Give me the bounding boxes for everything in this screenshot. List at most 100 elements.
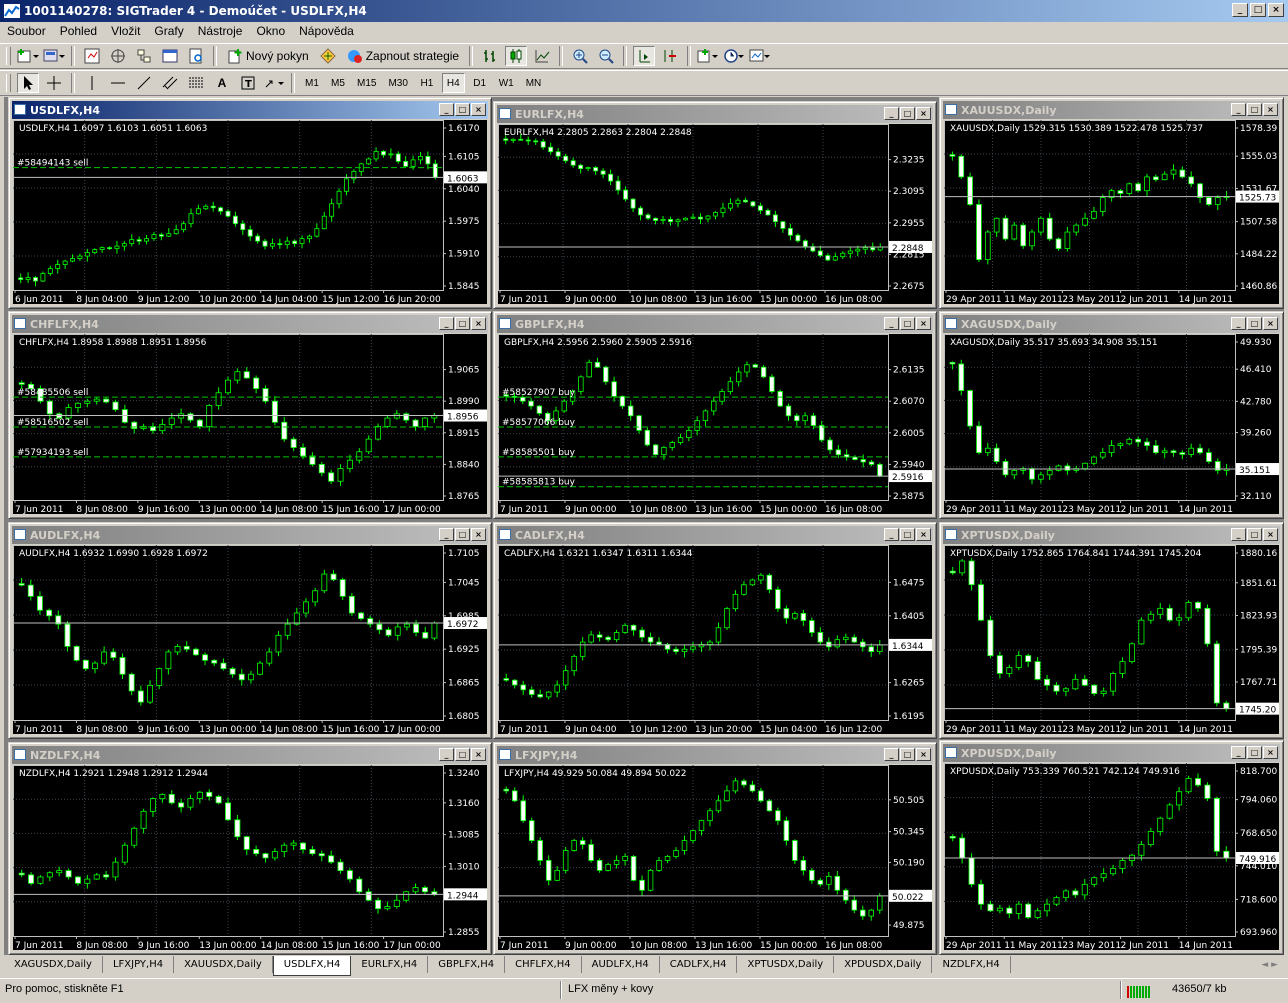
chart-close-button[interactable]: × bbox=[916, 317, 931, 330]
price-chart[interactable]: 49.930 46.410 42.780 39.260 35.151 32.110 29 A… bbox=[944, 334, 1279, 514]
chart-window-title-bar[interactable]: CADLFX,H4 _ □ × bbox=[497, 526, 933, 544]
data-window-icon[interactable] bbox=[107, 46, 129, 66]
chart-window-title-bar[interactable]: AUDLFX,H4 _ □ × bbox=[12, 526, 488, 544]
chart-maximize-button[interactable]: □ bbox=[1247, 103, 1262, 116]
tab-chart[interactable]: XPDUSDX,Daily bbox=[834, 956, 933, 973]
menu-view[interactable]: Pohled bbox=[53, 22, 104, 40]
tab-chart[interactable]: EURLFX,H4 bbox=[351, 956, 429, 973]
price-chart[interactable]: 1.71051.70451.69851.69721.69251.68651.68… bbox=[13, 545, 487, 734]
menu-window[interactable]: Okno bbox=[249, 22, 292, 40]
profiles-icon[interactable] bbox=[43, 46, 65, 66]
chart-window-xauusd[interactable]: XAUUSDX,Daily _ □ × 1578.39 1555.03 1531.67 150… bbox=[939, 97, 1284, 309]
price-chart[interactable]: 2.3235 2.3095 2.2955 2.2815 2.2675 7 Jun 2011… bbox=[498, 124, 932, 304]
indicators-icon[interactable] bbox=[697, 46, 719, 66]
new-order-button[interactable]: Nový pokyn bbox=[223, 46, 313, 66]
price-chart[interactable]: 1.6170 1.6105 1.6040 1.5975 1.5910 1.5845 6 Ju… bbox=[13, 120, 487, 304]
toolbar-grip[interactable] bbox=[6, 74, 11, 92]
toolbar-grip[interactable] bbox=[6, 47, 11, 65]
chart-maximize-button[interactable]: □ bbox=[900, 528, 915, 541]
chart-window-gbplfx[interactable]: GBPLFX,H4 _ □ × 2.6135 2.6070 2.6005 2.5940 2.58… bbox=[493, 311, 937, 519]
timeframe-h1[interactable]: H1 bbox=[416, 73, 438, 93]
menu-insert[interactable]: Vložit bbox=[104, 22, 147, 40]
market-watch-icon[interactable] bbox=[81, 46, 103, 66]
price-chart[interactable]: 1578.39 1555.03 1531.67 1507.58 1484.22 1460.… bbox=[944, 120, 1279, 304]
auto-trading-button[interactable]: Zapnout strategie bbox=[343, 46, 463, 66]
zoom-in-icon[interactable] bbox=[569, 46, 591, 66]
timeframe-m15[interactable]: M15 bbox=[353, 73, 380, 93]
chart-minimize-button[interactable]: _ bbox=[884, 748, 899, 761]
bar-chart-icon[interactable] bbox=[479, 46, 501, 66]
chart-window-title-bar[interactable]: NZDLFX,H4 _ □ × bbox=[12, 746, 488, 764]
text-label-icon[interactable]: T bbox=[237, 73, 259, 93]
chart-maximize-button[interactable]: □ bbox=[455, 528, 470, 541]
chart-minimize-button[interactable]: _ bbox=[884, 317, 899, 330]
close-button[interactable]: × bbox=[1268, 3, 1284, 17]
chart-window-xpdusd[interactable]: XPDUSDX,Daily _□× 818.700 794.060 768.650 749… bbox=[939, 740, 1284, 955]
chart-window-lfxjpy[interactable]: LFXJPY,H4 _□× 50.505 50.345 50.190 50.022 49.8… bbox=[493, 742, 937, 955]
price-chart[interactable]: 50.505 50.345 50.190 50.022 49.875 7 Jun 2011… bbox=[498, 765, 932, 950]
chart-close-button[interactable]: × bbox=[1263, 746, 1278, 759]
tab-chart[interactable]: AUDLFX,H4 bbox=[582, 956, 660, 973]
chart-window-xptusd[interactable]: XPTUSDX,Daily _ □ × 1880.16 1851.61 1823.93 179… bbox=[939, 522, 1284, 739]
chart-window-title-bar[interactable]: XPTUSDX,Daily _ □ × bbox=[943, 526, 1280, 544]
tab-chart[interactable]: USDLFX,H4 bbox=[272, 956, 352, 976]
chart-minimize-button[interactable]: _ bbox=[884, 107, 899, 120]
price-chart[interactable]: 818.700794.060768.650749.916744.010718.6… bbox=[944, 763, 1279, 950]
chart-window-audlfx[interactable]: AUDLFX,H4_□×1.71051.70451.69851.69721.69… bbox=[8, 522, 492, 739]
timeframe-mn[interactable]: MN bbox=[522, 73, 546, 93]
chart-minimize-button[interactable]: _ bbox=[439, 317, 454, 330]
menu-charts[interactable]: Grafy bbox=[147, 22, 190, 40]
price-chart[interactable]: 1880.16 1851.61 1823.93 1795.39 1767.71 1745.… bbox=[944, 545, 1279, 734]
chart-maximize-button[interactable]: □ bbox=[1247, 528, 1262, 541]
chart-window-xagusd[interactable]: XAGUSDX,Daily _ □ × 49.930 46.410 42.780 39.260… bbox=[939, 311, 1284, 519]
timeframe-m5[interactable]: M5 bbox=[327, 73, 349, 93]
tab-chart[interactable]: XAUUSDX,Daily bbox=[174, 956, 273, 973]
chart-window-title-bar[interactable]: XPDUSDX,Daily _ □ × bbox=[943, 744, 1280, 762]
app-title-bar[interactable]: 1001140278: SIGTrader 4 - Demoúčet - USD… bbox=[0, 0, 1288, 22]
chart-minimize-button[interactable]: _ bbox=[439, 748, 454, 761]
menu-file[interactable]: Soubor bbox=[0, 22, 53, 40]
timeframe-w1[interactable]: W1 bbox=[495, 73, 518, 93]
timeframe-h4[interactable]: H4 bbox=[441, 73, 465, 93]
tab-chart[interactable]: NZDLFX,H4 bbox=[932, 956, 1011, 973]
chart-window-chflfx[interactable]: CHFLFX,H4 _ □ × 1.9065 1.8990 1.8915 1.8840 1.87… bbox=[8, 311, 492, 519]
chart-minimize-button[interactable]: _ bbox=[1231, 746, 1246, 759]
tab-chart[interactable]: GBPLFX,H4 bbox=[428, 956, 506, 973]
chart-window-title-bar[interactable]: USDLFX,H4 _ □ × bbox=[12, 101, 488, 119]
chart-window-title-bar[interactable]: EURLFX,H4 _ □ × bbox=[497, 105, 933, 123]
chart-close-button[interactable]: × bbox=[471, 748, 486, 761]
periods-icon[interactable] bbox=[723, 46, 745, 66]
strategy-tester-icon[interactable] bbox=[185, 46, 207, 66]
fibonacci-icon[interactable] bbox=[185, 73, 207, 93]
new-chart-icon[interactable] bbox=[17, 46, 39, 66]
terminal-icon[interactable] bbox=[159, 46, 181, 66]
chart-close-button[interactable]: × bbox=[471, 528, 486, 541]
chart-maximize-button[interactable]: □ bbox=[1247, 317, 1262, 330]
metaeditor-icon[interactable] bbox=[317, 46, 339, 66]
chart-close-button[interactable]: × bbox=[916, 107, 931, 120]
chart-minimize-button[interactable]: _ bbox=[1231, 528, 1246, 541]
chart-maximize-button[interactable]: □ bbox=[455, 103, 470, 116]
chart-close-button[interactable]: × bbox=[916, 528, 931, 541]
zoom-out-icon[interactable] bbox=[595, 46, 617, 66]
chart-maximize-button[interactable]: □ bbox=[455, 748, 470, 761]
cursor-icon[interactable] bbox=[17, 73, 39, 93]
chart-shift-icon[interactable] bbox=[659, 46, 681, 66]
chart-close-button[interactable]: × bbox=[1263, 103, 1278, 116]
text-icon[interactable]: A bbox=[211, 73, 233, 93]
chart-window-title-bar[interactable]: XAGUSDX,Daily _ □ × bbox=[943, 315, 1280, 333]
chart-maximize-button[interactable]: □ bbox=[900, 317, 915, 330]
chart-minimize-button[interactable]: _ bbox=[1231, 103, 1246, 116]
tab-chart[interactable]: XAGUSDX,Daily bbox=[4, 956, 103, 973]
price-chart[interactable]: 2.6135 2.6070 2.6005 2.5940 2.5875 7 Jun 2011… bbox=[498, 334, 932, 514]
chart-close-button[interactable]: × bbox=[471, 317, 486, 330]
price-chart[interactable]: 1.6475 1.6405 1.6344 1.6265 1.6195 7 Jun 2011… bbox=[498, 545, 932, 734]
chart-window-cadlfx[interactable]: CADLFX,H4 _□× 1.6475 1.6405 1.6344 1.6265 1.61… bbox=[493, 522, 937, 739]
chart-window-title-bar[interactable]: LFXJPY,H4 _ □ × bbox=[497, 746, 933, 764]
tab-chart[interactable]: LFXJPY,H4 bbox=[103, 956, 175, 973]
crosshair-icon[interactable] bbox=[43, 73, 65, 93]
timeframe-d1[interactable]: D1 bbox=[469, 73, 491, 93]
chart-window-title-bar[interactable]: CHFLFX,H4 _ □ × bbox=[12, 315, 488, 333]
tab-chart[interactable]: CHFLFX,H4 bbox=[505, 956, 582, 973]
tab-scroll-arrows-icon[interactable]: ◄ ► bbox=[1261, 960, 1278, 970]
